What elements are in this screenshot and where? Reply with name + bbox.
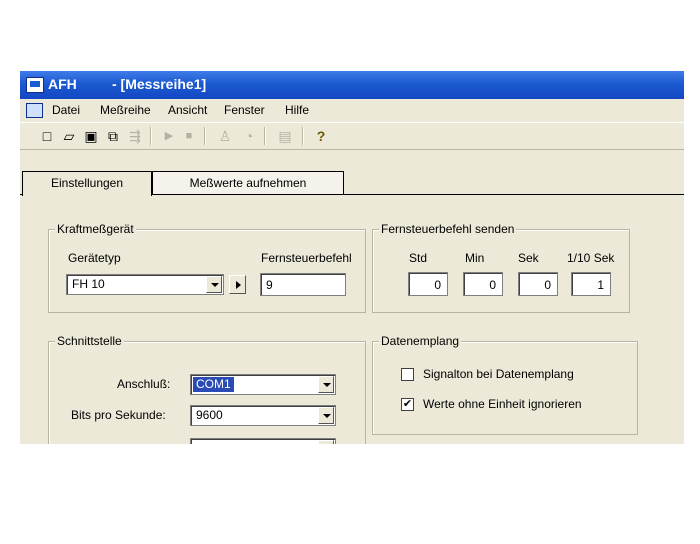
- min-label: Min: [465, 251, 485, 265]
- menu-datei[interactable]: Datei: [52, 103, 80, 117]
- menu-fenster[interactable]: Fenster: [224, 103, 265, 117]
- help-icon[interactable]: ?: [312, 127, 330, 145]
- sek-input[interactable]: 0: [518, 272, 558, 296]
- send-arrow-button[interactable]: [229, 275, 246, 294]
- ignore-unit-checkbox[interactable]: ✔: [401, 398, 414, 411]
- toolbar-separator: [264, 127, 266, 145]
- document-title: - [Messreihe1]: [112, 76, 207, 92]
- chevron-down-icon[interactable]: [318, 376, 334, 393]
- interface-group: Schnittstelle Anschluß: COM1 Bits pro Se…: [48, 334, 366, 444]
- device-group-title: Kraftmeßgerät: [55, 222, 136, 236]
- app-icon: [26, 77, 44, 93]
- menu-bar: Datei Meßreihe Ansicht Fenster Hilfe: [20, 99, 684, 121]
- port-label: Anschluß:: [117, 377, 171, 391]
- stop-icon: ■: [185, 130, 193, 142]
- open-folder-icon[interactable]: ▱: [60, 127, 78, 145]
- signal-checkbox-label: Signalton bei Datenemplang: [423, 367, 574, 381]
- std-label: Std: [409, 251, 428, 265]
- save-icon[interactable]: ▣: [82, 127, 100, 145]
- remote-command-input[interactable]: 9: [260, 273, 346, 296]
- data-receive-group: Datenemplang Signalton bei Datenemplang …: [372, 334, 638, 435]
- application-window: AFH - [Messreihe1] Datei Meßreihe Ansich…: [20, 71, 684, 444]
- timer-icon: ◔: [244, 128, 254, 144]
- databits-select[interactable]: [190, 438, 336, 444]
- data-receive-group-title: Datenemplang: [379, 334, 462, 348]
- baud-select[interactable]: 9600: [190, 405, 336, 426]
- port-select[interactable]: COM1: [190, 374, 336, 395]
- tab-strip: Einstellungen Meßwerte aufnehmen: [20, 169, 684, 196]
- device-type-value: FH 10: [72, 277, 105, 291]
- chevron-down-icon[interactable]: [318, 440, 334, 444]
- remote-command-label: Fernsteuerbefehl: [261, 251, 352, 265]
- port-value: COM1: [193, 377, 234, 392]
- device-type-label: Gerätetyp: [68, 251, 121, 265]
- device-group: Kraftmeßgerät Gerätetyp FH 10 Fernsteuer…: [48, 222, 366, 313]
- tab-messwerte-aufnehmen[interactable]: Meßwerte aufnehmen: [152, 171, 344, 194]
- document-menu-icon[interactable]: [26, 103, 43, 118]
- export-icon: ⇶: [129, 128, 141, 144]
- tab-einstellungen[interactable]: Einstellungen: [22, 171, 152, 196]
- toolbar: □ ▱ ▣ ⧉ ⇶ ▶ ■ ♙ ◔ ▤ ?: [20, 122, 684, 150]
- table-icon: ▤: [278, 128, 292, 144]
- toolbar-separator: [204, 127, 206, 145]
- menu-ansicht[interactable]: Ansicht: [168, 103, 207, 117]
- remote-send-group-title: Fernsteuerbefehl senden: [379, 222, 517, 236]
- baud-label: Bits pro Sekunde:: [71, 408, 166, 422]
- app-title: AFH: [48, 76, 77, 92]
- menu-messreihe[interactable]: Meßreihe: [100, 103, 151, 117]
- title-bar[interactable]: AFH - [Messreihe1]: [20, 71, 684, 99]
- interface-group-title: Schnittstelle: [55, 334, 124, 348]
- chevron-down-icon[interactable]: [206, 276, 222, 293]
- menu-hilfe[interactable]: Hilfe: [285, 103, 309, 117]
- play-icon: ▶: [164, 130, 174, 142]
- device-type-select[interactable]: FH 10: [66, 274, 224, 295]
- baud-value: 9600: [196, 408, 223, 422]
- toolbar-separator: [302, 127, 304, 145]
- sek-label: Sek: [518, 251, 539, 265]
- signal-checkbox[interactable]: [401, 368, 414, 381]
- new-file-icon[interactable]: □: [38, 127, 56, 145]
- weight-icon: ♙: [218, 128, 232, 144]
- tenth-seconds-input[interactable]: 1: [571, 272, 611, 296]
- min-input[interactable]: 0: [463, 272, 503, 296]
- tenth-seconds-label: 1/10 Sek: [567, 251, 615, 265]
- std-input[interactable]: 0: [408, 272, 448, 296]
- copy-icon[interactable]: ⧉: [104, 127, 122, 145]
- chevron-down-icon[interactable]: [318, 407, 334, 424]
- remote-send-group: Fernsteuerbefehl senden Std Min Sek 1/10…: [372, 222, 630, 313]
- ignore-unit-checkbox-label: Werte ohne Einheit ignorieren: [423, 397, 582, 411]
- toolbar-separator: [150, 127, 152, 145]
